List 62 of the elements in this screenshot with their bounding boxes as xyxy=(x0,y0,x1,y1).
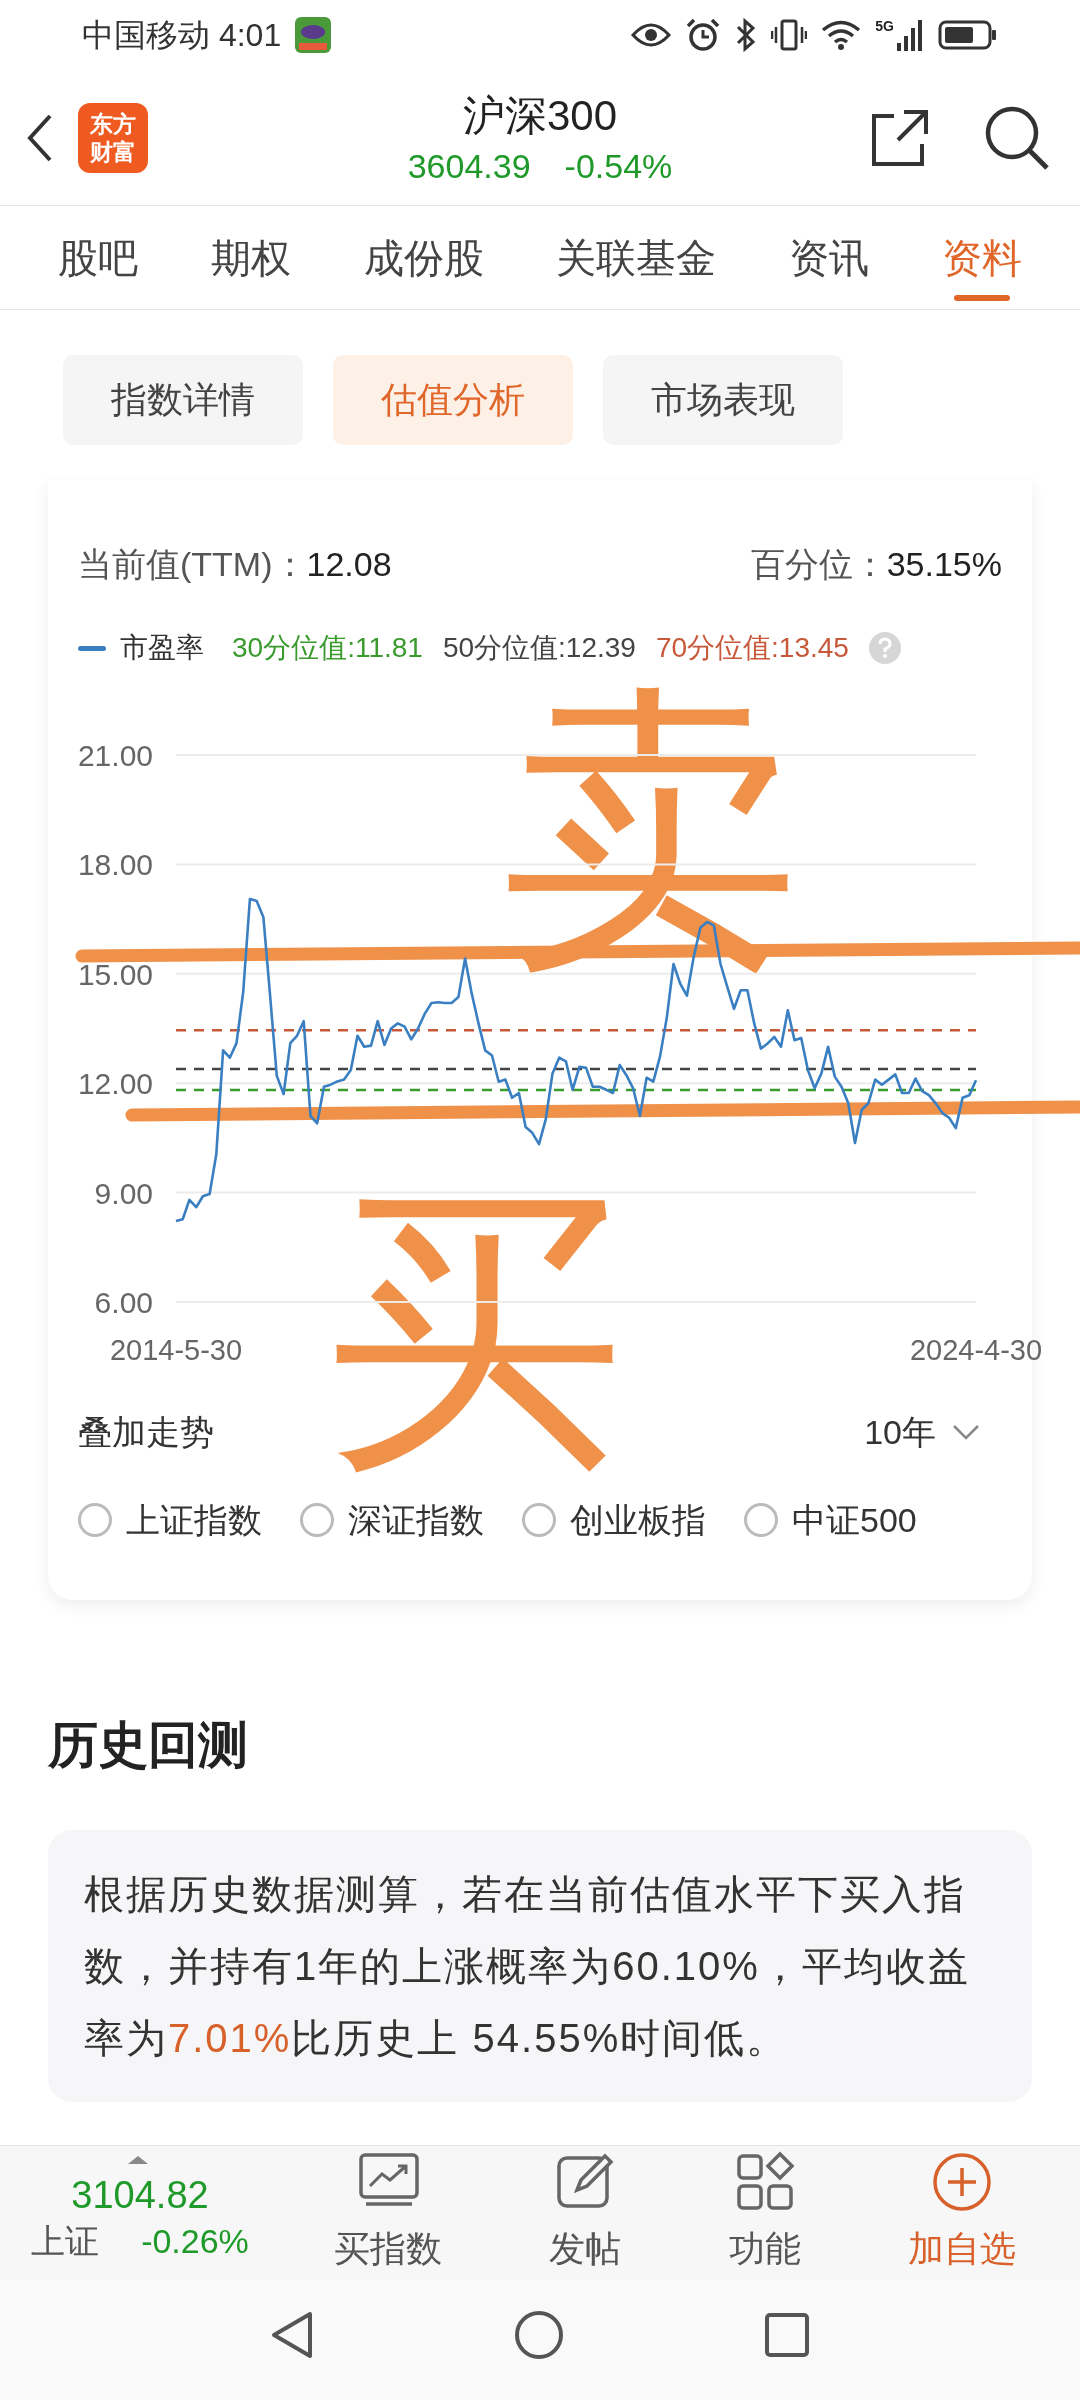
index-title: 沪深300 xyxy=(462,90,618,141)
status-carrier-time: 中国移动 4:01 xyxy=(82,16,282,55)
tab[interactable]: 成份股 xyxy=(363,206,484,309)
radio-button[interactable] xyxy=(300,1503,334,1537)
overlay-option[interactable]: 上证指数 xyxy=(78,1494,262,1546)
search-icon xyxy=(984,104,1050,171)
tab[interactable]: 股吧 xyxy=(58,206,138,309)
x-axis-label: 2014-5-30 xyxy=(109,1334,243,1366)
radio-button[interactable] xyxy=(744,1503,778,1537)
network-type-label: 5G xyxy=(875,19,894,33)
back-chevron-icon xyxy=(27,112,53,163)
y-axis-label: 18.00 xyxy=(77,848,153,882)
percentile-label: 百分位： xyxy=(750,543,887,585)
y-axis-label: 15.00 xyxy=(77,957,153,991)
overlay-trend-label: 叠加走势 xyxy=(78,1411,214,1453)
overlay-option[interactable]: 中证500 xyxy=(744,1494,917,1546)
wifi-icon xyxy=(821,19,862,51)
eye-icon xyxy=(631,21,672,49)
toolbar-button[interactable]: 功能 xyxy=(728,2150,801,2276)
y-axis-label: 9.00 xyxy=(94,1176,153,1210)
home-nav-icon[interactable] xyxy=(514,2310,564,2360)
index-price: 3604.39 xyxy=(407,145,531,187)
battery-icon xyxy=(938,20,998,50)
y-axis-label: 12.00 xyxy=(77,1067,153,1101)
alarm-icon xyxy=(685,17,722,53)
sub-tab[interactable]: 指数详情 xyxy=(63,355,303,445)
quote-name: 上证 xyxy=(31,2221,100,2262)
quote-change: -0.26% xyxy=(141,2221,249,2262)
toolbar-button[interactable]: 发帖 xyxy=(549,2150,622,2276)
index-quote-widget[interactable]: 3104.82 上证 -0.26% xyxy=(0,2146,280,2280)
toolbar-button[interactable]: 买指数 xyxy=(333,2150,442,2276)
back-nav-icon[interactable] xyxy=(270,2310,314,2360)
tab[interactable]: 关联基金 xyxy=(556,206,717,309)
radio-button[interactable] xyxy=(78,1503,112,1537)
current-value: 12.08 xyxy=(306,543,392,585)
vibrate-icon xyxy=(771,17,808,53)
legend-label: 市盈率 xyxy=(120,631,204,665)
chevron-down-icon xyxy=(952,1424,980,1440)
bluetooth-icon xyxy=(735,17,758,53)
backtest-summary: 根据历史数据测算，若在当前估值水平下买入指数，并持有1年的上涨概率为60.10%，平均收益率为7.01%比历史上 54.55%时间低。 xyxy=(84,1871,971,2062)
app-notification-icon xyxy=(293,15,334,55)
tab[interactable]: 期权 xyxy=(210,206,291,309)
y-axis-label: 6.00 xyxy=(94,1286,153,1319)
y-axis-label: 21.00 xyxy=(77,739,153,772)
sub-tab[interactable]: 市场表现 xyxy=(603,355,843,445)
recents-nav-icon[interactable] xyxy=(764,2312,810,2358)
legend-label: 50分位值:12.39 xyxy=(442,631,636,665)
range-dropdown[interactable]: 10年 xyxy=(864,1406,980,1458)
tab[interactable]: 资讯 xyxy=(789,206,870,309)
caret-up-icon xyxy=(128,2154,148,2164)
x-axis-label: 2024-4-30 xyxy=(909,1334,1043,1366)
app-logo: 东方 财富 xyxy=(78,102,148,173)
index-change: -0.54% xyxy=(564,145,673,187)
quote-price: 3104.82 xyxy=(71,2173,209,2218)
share-icon xyxy=(870,107,930,168)
signal-icon xyxy=(896,19,924,51)
current-value-label: 当前值(TTM)： xyxy=(78,543,307,585)
legend-label: 30分位值:11.81 xyxy=(232,631,423,665)
percentile-value: 35.15% xyxy=(886,543,1002,585)
radio-button[interactable] xyxy=(522,1503,556,1537)
section-heading: 历史回测 xyxy=(48,1715,248,1775)
legend-label: 70分位值:13.45 xyxy=(655,631,849,665)
